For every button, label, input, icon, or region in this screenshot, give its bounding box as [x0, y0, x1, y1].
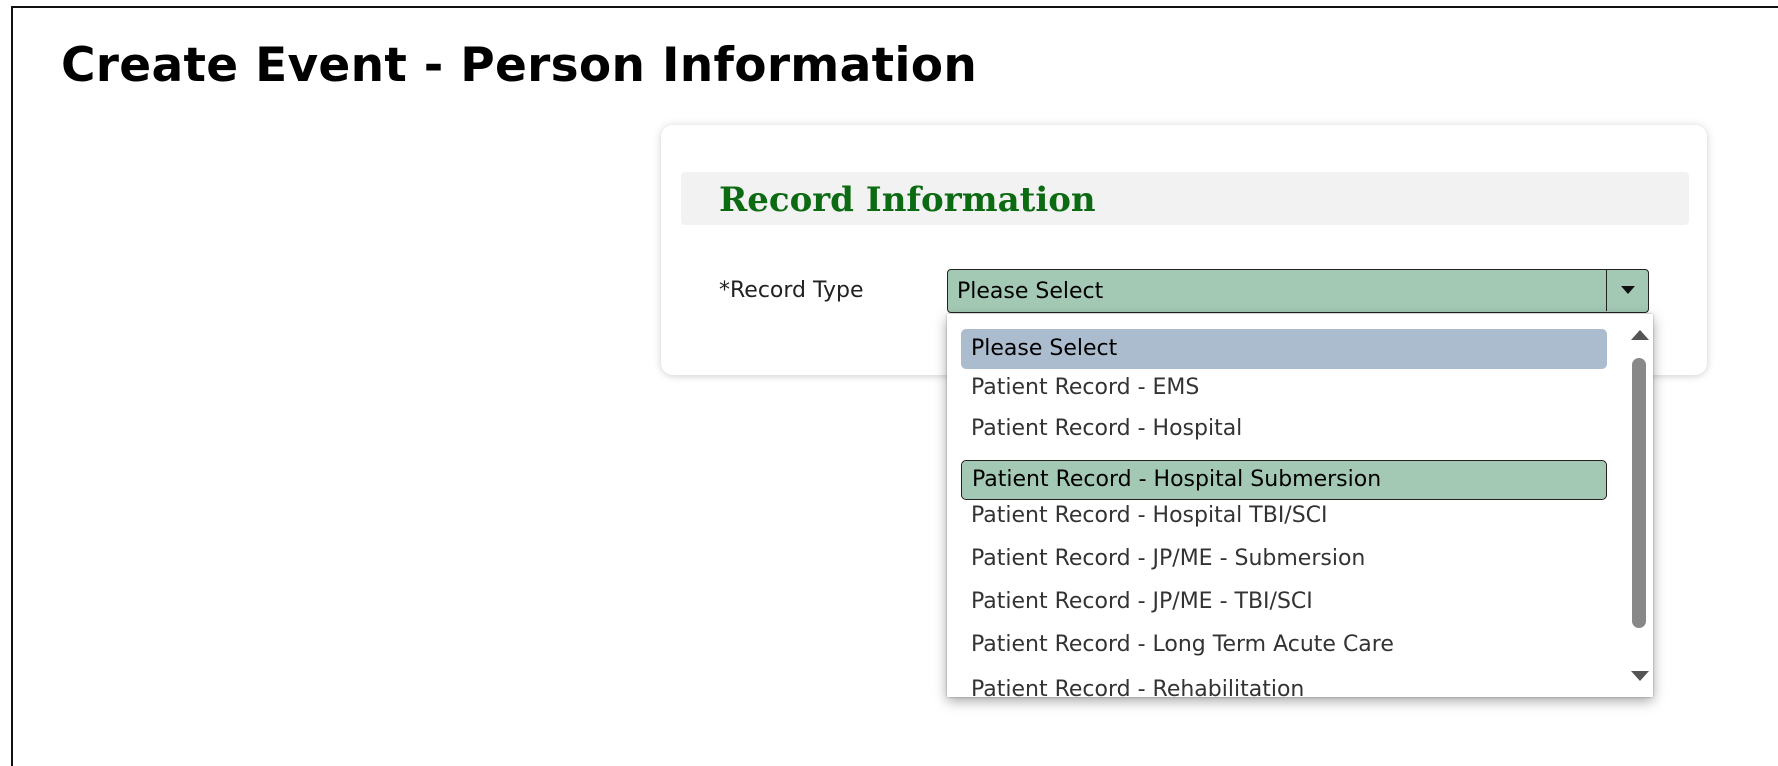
- option-patient-record-hospital[interactable]: Patient Record - Hospital: [961, 409, 1607, 449]
- option-please-select[interactable]: Please Select: [961, 329, 1607, 369]
- option-patient-record-rehabilitation[interactable]: Patient Record - Rehabilitation: [961, 670, 1607, 697]
- section-header: Record Information: [681, 172, 1689, 225]
- option-patient-record-long-term-acute-care[interactable]: Patient Record - Long Term Acute Care: [961, 625, 1607, 665]
- option-patient-record-hospital-tbi-sci[interactable]: Patient Record - Hospital TBI/SCI: [961, 496, 1607, 536]
- chevron-down-icon: [1621, 286, 1635, 294]
- option-patient-record-jp-me-submersion[interactable]: Patient Record - JP/ME - Submersion: [961, 539, 1607, 579]
- record-type-selected-value: Please Select: [957, 279, 1104, 304]
- scroll-down-arrow-icon[interactable]: [1631, 671, 1649, 681]
- page-title: Create Event - Person Information: [61, 38, 978, 93]
- scroll-up-arrow-icon[interactable]: [1631, 330, 1649, 340]
- record-type-select[interactable]: Please Select: [947, 269, 1649, 313]
- record-type-dropdown-list[interactable]: Please Select Patient Record - EMS Patie…: [947, 314, 1653, 697]
- scrollbar-thumb[interactable]: [1632, 358, 1646, 628]
- section-title: Record Information: [719, 180, 1096, 220]
- option-patient-record-hospital-submersion[interactable]: Patient Record - Hospital Submersion: [961, 460, 1607, 500]
- dropdown-scrollbar[interactable]: [1625, 314, 1653, 697]
- option-patient-record-ems[interactable]: Patient Record - EMS: [961, 368, 1607, 408]
- record-type-label: *Record Type: [719, 278, 864, 303]
- select-dropdown-button[interactable]: [1606, 270, 1648, 311]
- option-patient-record-jp-me-tbi-sci[interactable]: Patient Record - JP/ME - TBI/SCI: [961, 582, 1607, 622]
